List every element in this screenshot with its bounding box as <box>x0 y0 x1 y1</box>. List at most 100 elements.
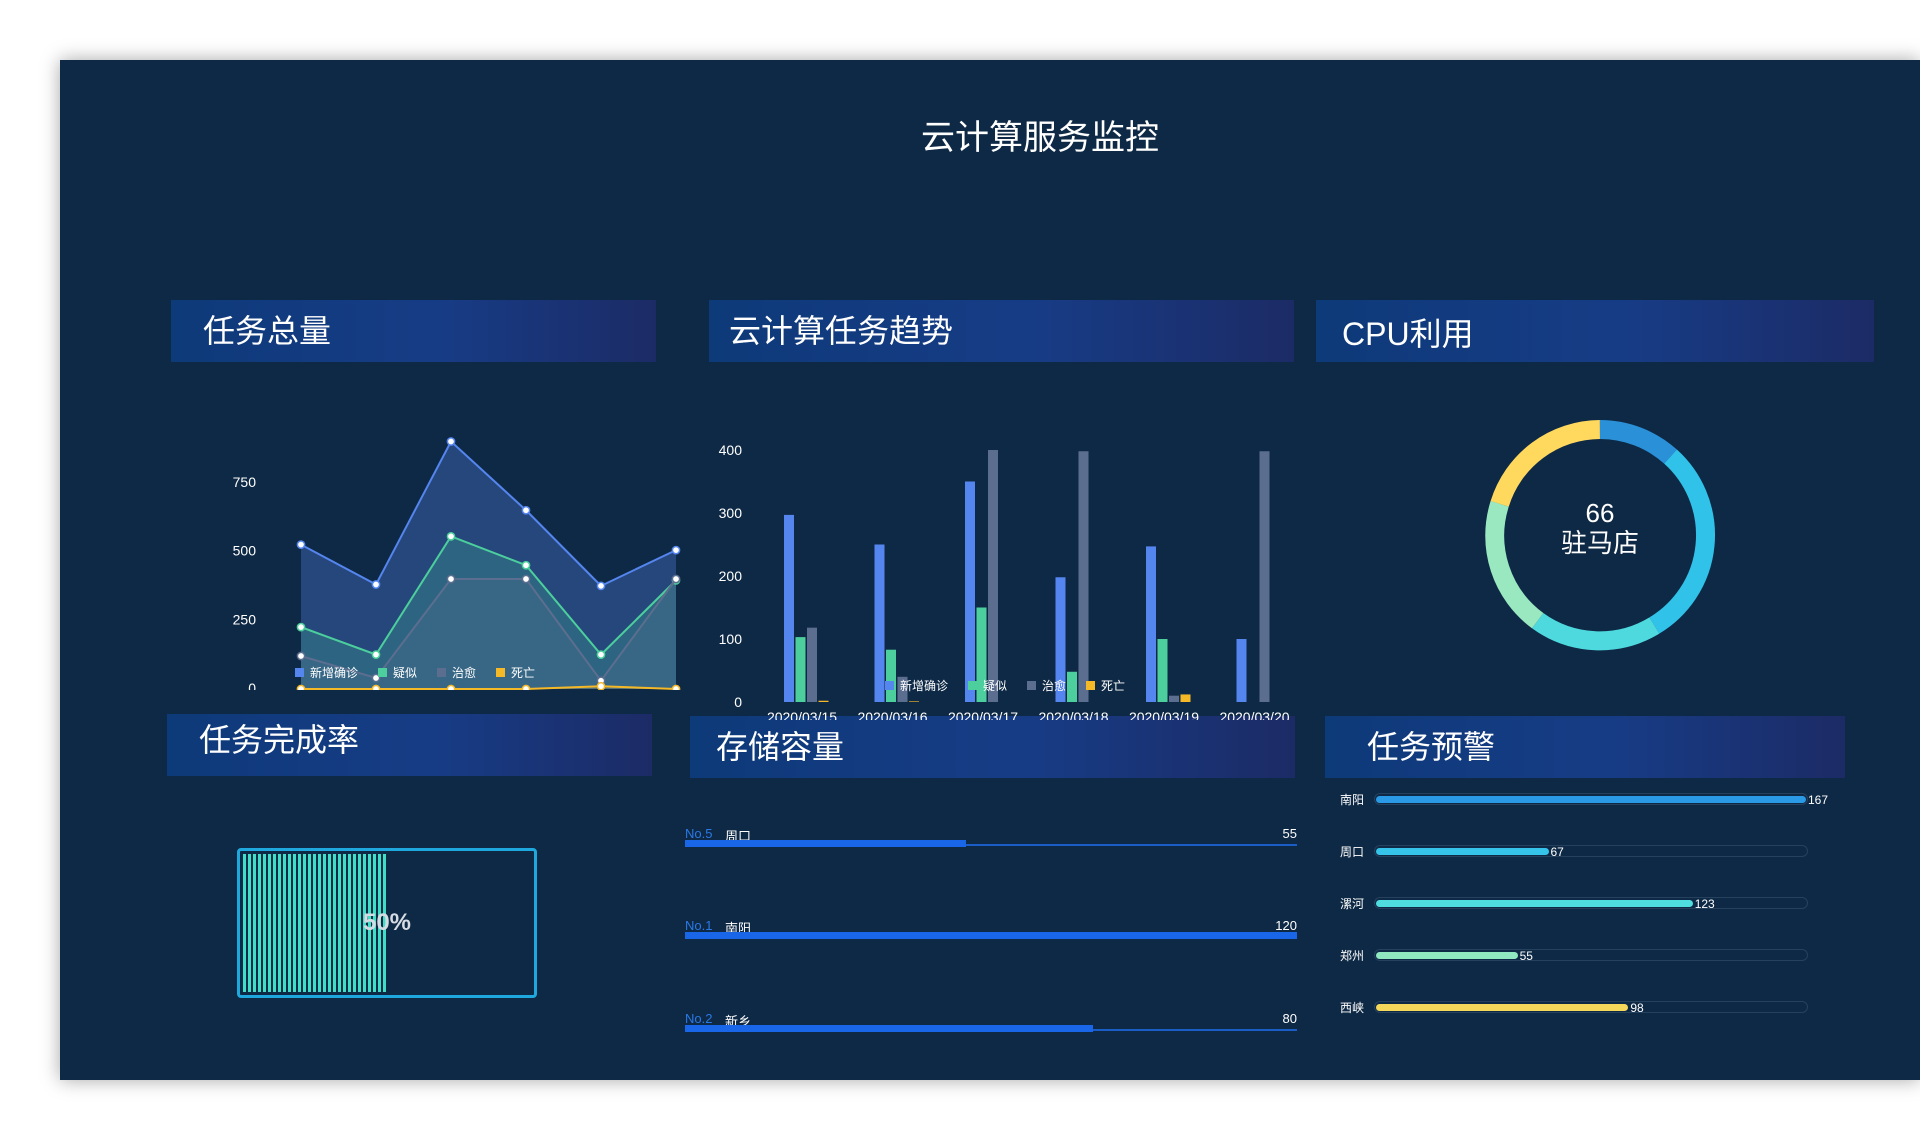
data-point <box>446 437 456 446</box>
y-tick-label: 200 <box>719 568 743 584</box>
legend-label: 疑似 <box>393 666 418 680</box>
completion-gauge: 50% <box>237 848 537 998</box>
warning-value: 167 <box>1808 793 1829 807</box>
data-point <box>446 532 456 541</box>
warning-axis-label: 0 <box>1377 1113 1384 1127</box>
warning-row: 周口 67 <box>1340 842 1870 862</box>
warning-name: 西峡 <box>1340 1001 1365 1015</box>
legend-swatch <box>437 668 447 677</box>
storage-value: 55 <box>1282 826 1297 841</box>
storage-rank: No.5 <box>685 826 713 841</box>
data-point <box>671 545 681 555</box>
data-point <box>296 540 306 549</box>
warning-name: 郑州 <box>1340 949 1365 963</box>
warning-name: 南阳 <box>1340 793 1365 807</box>
cpu-donut: 66 驻马店 <box>1485 420 1715 651</box>
bar <box>784 514 794 702</box>
legend-label: 治愈 <box>452 666 477 680</box>
bar <box>1157 639 1168 702</box>
panel-header-warning: 任务预警 <box>1325 716 1845 778</box>
donut-segment <box>1599 420 1677 464</box>
data-point <box>371 580 381 589</box>
x-tick-label: 2020/03/19 <box>1129 709 1199 720</box>
storage-value: 120 <box>1275 918 1297 933</box>
legend-swatch <box>968 681 978 690</box>
storage-bar <box>685 1025 1093 1032</box>
y-tick-label: 300 <box>719 505 743 521</box>
bar <box>818 700 829 702</box>
area-chart: 02505007502020/03/152020/03/172020/03/19 <box>233 437 681 690</box>
bar <box>874 544 885 702</box>
bar <box>795 637 806 702</box>
warning-axis-label: 67 <box>1542 1113 1556 1127</box>
warning-axis-unit: 单位 <box>1816 1115 1841 1129</box>
cpu-label: 驻马店 <box>1561 528 1639 558</box>
warning-bar <box>1376 848 1549 855</box>
warning-row: 郑州 55 <box>1340 946 1870 966</box>
data-point <box>671 684 681 690</box>
donut-segment <box>1490 420 1601 507</box>
donut-segment <box>1649 449 1715 634</box>
storage-rank: No.1 <box>685 918 713 933</box>
legend-swatch <box>295 668 304 677</box>
donut-segment <box>1532 612 1660 651</box>
bar <box>909 701 919 702</box>
bar-chart-legend: 新增确诊 疑似 治愈 死亡 <box>885 677 1125 694</box>
data-point <box>296 684 306 690</box>
legend-label: 新增确诊 <box>310 666 359 680</box>
data-point <box>521 574 531 584</box>
warning-row: 漯河 123 <box>1340 894 1870 914</box>
bar <box>807 627 817 702</box>
warning-value: 123 <box>1694 897 1715 911</box>
legend-label: 治愈 <box>1042 679 1067 693</box>
bar <box>988 450 998 702</box>
panel-header-cpu: CPU利用 <box>1316 300 1874 362</box>
legend-label: 死亡 <box>511 666 536 680</box>
warning-value: 55 <box>1519 949 1533 963</box>
y-tick-label: 250 <box>233 611 257 627</box>
completion-percent: 50% <box>362 909 412 936</box>
panel-header-trend: 云计算任务趋势 <box>709 300 1294 362</box>
bar <box>1146 546 1156 702</box>
warning-row: 西峡 98 <box>1340 998 1870 1018</box>
warning-value: 67 <box>1550 845 1564 859</box>
legend-label: 死亡 <box>1101 679 1126 693</box>
data-point <box>446 684 456 690</box>
legend-swatch <box>1027 681 1037 690</box>
bar-chart: 0 100 200 300 400 2020/03/15 2020/03/16 2020/03… <box>719 442 1290 720</box>
storage-rank: No.2 <box>685 1011 713 1026</box>
data-point <box>596 581 606 591</box>
data-point <box>521 684 531 690</box>
panel-header-completion: 任务完成率 <box>167 714 652 776</box>
legend-swatch <box>378 668 388 677</box>
y-tick-label: 100 <box>719 631 743 647</box>
legend-label: 新增确诊 <box>900 679 949 693</box>
legend-swatch <box>885 681 894 690</box>
bar <box>965 481 975 702</box>
warning-name: 漯河 <box>1340 897 1365 911</box>
warning-name: 周口 <box>1340 845 1365 859</box>
storage-value: 80 <box>1282 1011 1297 1026</box>
storage-bar <box>685 840 966 847</box>
x-tick-label: 2020/03/15 <box>767 709 837 720</box>
legend-swatch <box>496 668 506 677</box>
y-tick-label: 400 <box>719 442 743 458</box>
y-tick-label: 500 <box>233 543 257 559</box>
storage-row: No.2 新乡 80 <box>685 1011 1297 1041</box>
bar <box>1180 694 1191 702</box>
data-point <box>296 622 306 632</box>
warning-bar <box>1376 1004 1629 1011</box>
warning-bar <box>1376 900 1693 907</box>
y-tick-label: 750 <box>233 474 257 490</box>
warning-bar <box>1376 796 1806 803</box>
warning-bar <box>1376 952 1518 959</box>
data-point <box>446 574 456 584</box>
x-tick-label: 2020/03/17 <box>948 709 1018 720</box>
panel-header-storage: 存储容量 <box>690 716 1295 778</box>
data-point <box>371 650 381 659</box>
bar <box>1078 451 1089 702</box>
warning-axis-label: 134 <box>1708 1113 1729 1127</box>
bar <box>1259 451 1270 702</box>
legend-swatch <box>1086 681 1096 690</box>
y-tick-label: 0 <box>248 680 256 690</box>
